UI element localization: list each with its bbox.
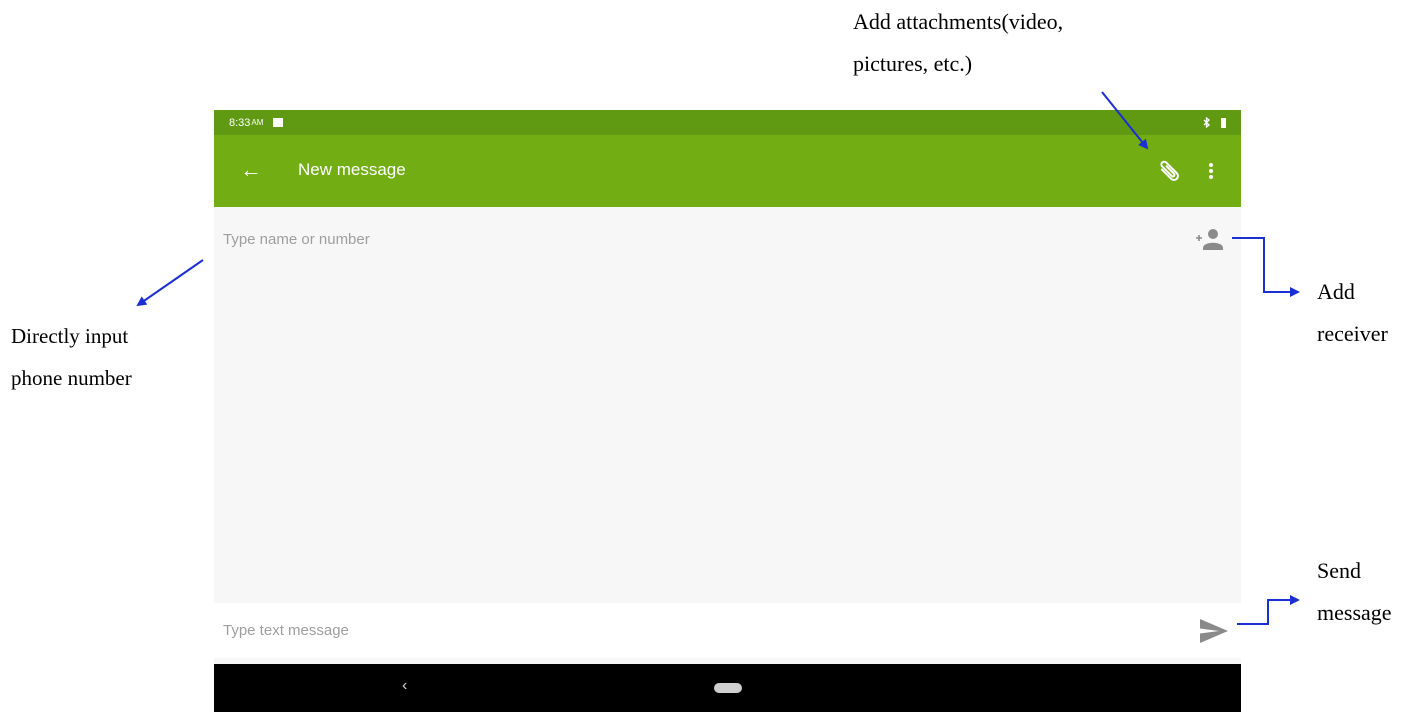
send-icon[interactable] (1196, 613, 1232, 649)
direct-input-annotation-line1: Directly input (11, 324, 129, 348)
attachments-annotation: Add attachments(video, pictures, etc.) (853, 1, 1063, 85)
paperclip-icon[interactable] (1152, 154, 1186, 188)
status-bar: 8:33 AM (214, 110, 1241, 135)
send-message-arrow (1237, 595, 1300, 625)
status-icons (1203, 110, 1226, 135)
direct-input-arrow (136, 259, 204, 307)
battery-icon (1221, 117, 1226, 128)
more-options-icon[interactable] (1201, 154, 1221, 188)
send-message-annotation-line1: Send (1317, 558, 1361, 583)
messaging-screen: 8:33 AM ← New message Type name or numbe… (214, 110, 1241, 712)
bluetooth-icon (1203, 117, 1210, 128)
image-notification-icon (273, 118, 284, 127)
add-receiver-arrow (1232, 237, 1300, 297)
add-contact-icon[interactable] (1194, 226, 1226, 252)
send-message-annotation-line2: message (1317, 600, 1392, 625)
add-receiver-annotation: Add receiver (1317, 271, 1388, 355)
message-input[interactable] (214, 603, 1174, 658)
back-button[interactable]: ← (236, 155, 266, 185)
direct-input-annotation: Directly input phone number (11, 315, 132, 399)
app-toolbar: ← New message (214, 135, 1241, 207)
add-receiver-annotation-line2: receiver (1317, 321, 1388, 346)
nav-home-pill[interactable] (714, 683, 742, 693)
compose-bar (214, 603, 1241, 658)
direct-input-annotation-line2: phone number (11, 366, 132, 390)
attachments-annotation-line2: pictures, etc.) (853, 51, 973, 76)
attachments-annotation-line1: Add attachments(video, (853, 9, 1064, 34)
page-title: New message (298, 160, 406, 179)
status-time: 8:33 (229, 116, 251, 129)
navigation-bar: ‹ (214, 664, 1241, 712)
recipient-input[interactable] (214, 220, 1174, 258)
nav-back-button[interactable]: ‹ (402, 677, 407, 695)
status-ampm: AM (251, 118, 264, 127)
add-receiver-annotation-line1: Add (1317, 279, 1355, 304)
send-message-annotation: Send message (1317, 550, 1392, 634)
